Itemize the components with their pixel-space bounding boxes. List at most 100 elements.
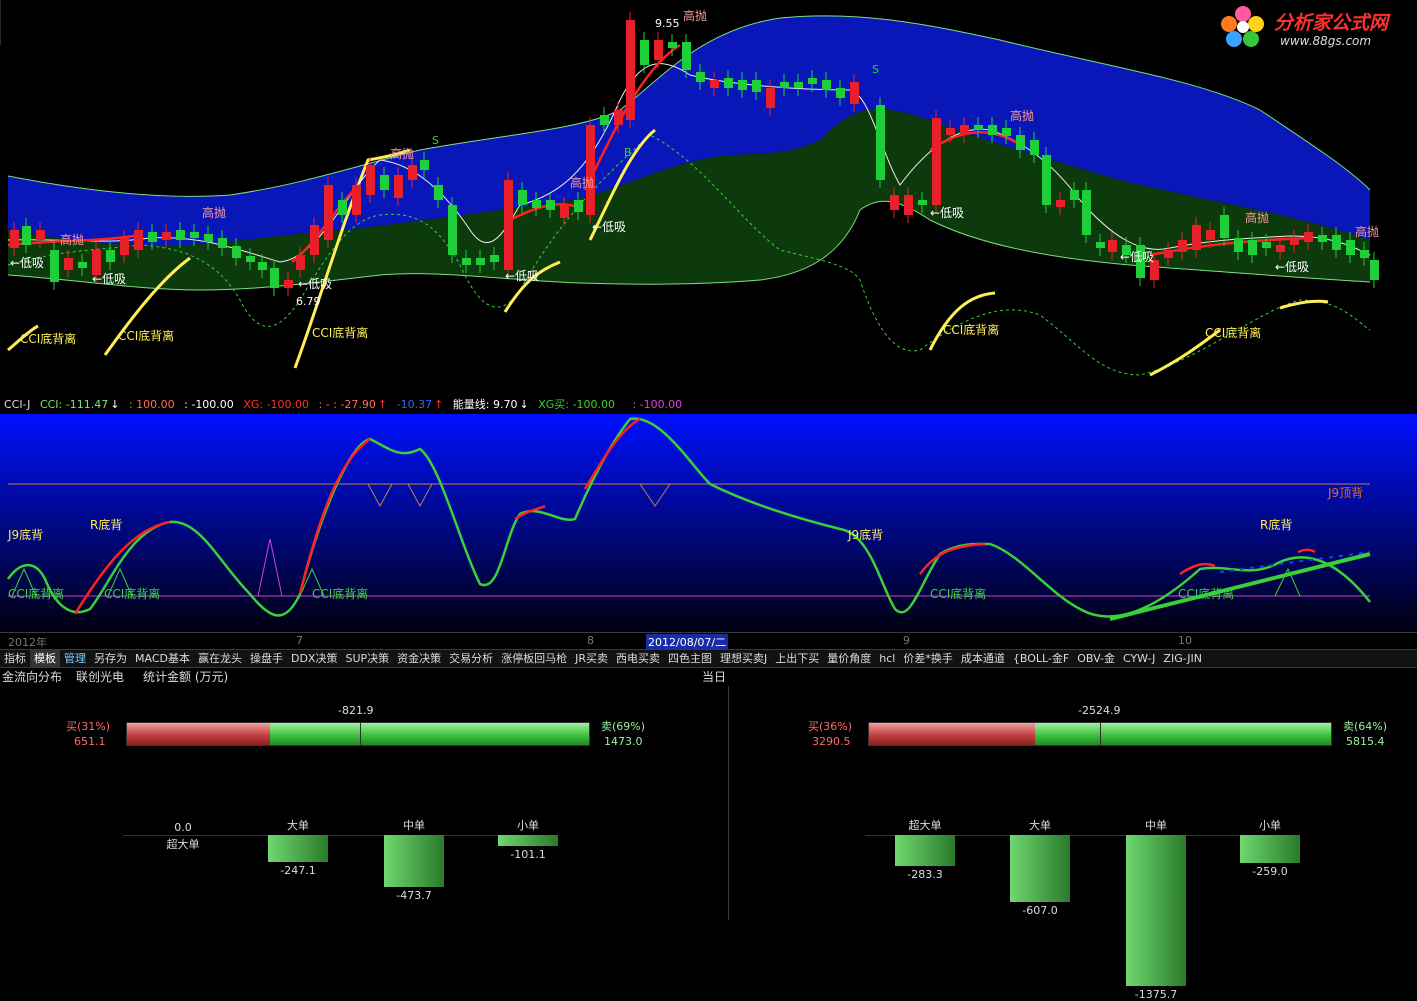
cursor-date: 2012/08/07/二 [646,634,729,650]
category-name: 中单 [403,819,425,832]
candle [420,160,429,170]
candle [106,250,115,262]
candle [1220,215,1229,238]
tab-8[interactable]: SUP决策 [341,650,393,667]
fund-flow-title: 金流向分布 [2,670,63,684]
candle [600,115,609,125]
candle [176,230,185,240]
candle [560,205,569,218]
svg-text:←低吸: ←低吸 [298,277,332,291]
category-name: 小单 [1259,819,1281,832]
candle [1346,240,1355,255]
tab-23[interactable]: CYW-J [1119,650,1159,667]
tab-20[interactable]: 成本通道 [957,650,1009,667]
candle [808,78,817,84]
price-high-label: 9.55 [655,17,680,30]
cci-indicator-chart[interactable]: J9底背 J9底背 R底背 R底背 CCI底背离 CCI底背离 CCI底背离 C… [0,414,1417,632]
label-low-buy: ←低吸 [10,256,44,270]
tab-12[interactable]: JR买卖 [571,650,612,667]
candle [518,190,527,205]
category-name: 大单 [1029,819,1051,832]
candle [490,255,499,262]
candle [1332,235,1341,250]
category-value: -607.0 [1022,903,1058,917]
svg-text:R底背: R底背 [1260,517,1292,532]
buy-sell-bar [126,722,590,746]
tab-18[interactable]: hcl [875,650,899,667]
category-name: 超大单 [908,819,942,832]
svg-text:高抛: 高抛 [1010,108,1034,123]
candle [64,258,73,270]
flower-icon [1221,6,1264,47]
tab-11[interactable]: 涨停板回马枪 [497,650,571,667]
candle [1248,240,1257,255]
candle [988,125,997,135]
candle [724,78,733,88]
category-name: 中单 [1145,819,1167,832]
candle [1192,225,1201,250]
candle [476,258,485,265]
tab-7[interactable]: DDX决策 [287,650,341,667]
candle [890,195,899,210]
period-label[interactable]: 当日 [702,668,726,686]
main-price-chart[interactable]: 高抛 高抛 高抛 高抛 高抛 高抛 高抛 高抛 ←低吸 ←低吸 ←低吸 ←低吸 … [0,0,1417,395]
sell-label: 卖(64%) [1343,720,1388,733]
candle [1056,200,1065,207]
candle [394,175,403,198]
tab-0[interactable]: 指标 [0,650,30,667]
category-bar [384,835,444,888]
candle [668,42,677,48]
signal-s: S [432,134,439,147]
tab-2[interactable]: 管理 [60,650,90,667]
tab-13[interactable]: 西电买卖 [612,650,664,667]
candle [614,110,623,125]
category-value: -259.0 [1252,865,1288,879]
tab-22[interactable]: OBV-金 [1073,650,1119,667]
svg-text:高抛: 高抛 [60,232,84,247]
svg-text:高抛: 高抛 [570,175,594,190]
tab-15[interactable]: 理想买卖J [716,650,771,667]
category-bar [498,835,558,847]
sell-value: 5815.4 [1346,735,1385,748]
candle [1290,238,1299,245]
tab-16[interactable]: 上出下买 [771,650,823,667]
signal-b: B [624,146,632,159]
label-cci-bottom: CCI底背离 [20,331,76,346]
candle [1164,250,1173,258]
svg-text:CCI底背离: CCI底背离 [312,325,368,340]
svg-text:←低吸: ←低吸 [1275,260,1309,274]
tab-5[interactable]: 赢在龙头 [194,650,246,667]
candle [626,20,635,120]
candle [1070,190,1079,200]
tab-9[interactable]: 资金决策 [393,650,445,667]
candle [766,88,775,108]
candle [462,258,471,265]
tab-3[interactable]: 另存为 [90,650,131,667]
fund-flow-header: 金流向分布 联创光电 统计金额 (万元) 当日 [0,668,728,686]
tab-6[interactable]: 操盘手 [246,650,287,667]
category-name: 超大单 [166,838,200,851]
candle [218,238,227,248]
category-bar [268,835,328,863]
candle [434,185,443,200]
svg-text:高抛: 高抛 [390,146,414,161]
tab-24[interactable]: ZIG-JIN [1159,650,1206,667]
svg-text:S: S [872,63,879,76]
candle [296,255,305,270]
candle [36,230,45,240]
candle [654,40,663,60]
candle [324,185,333,240]
tab-21[interactable]: {BOLL-金F [1009,650,1073,667]
buy-value: 651.1 [74,735,106,748]
candle [546,200,555,210]
tab-10[interactable]: 交易分析 [445,650,497,667]
tab-19[interactable]: 价差*换手 [899,650,957,667]
tab-4[interactable]: MACD基本 [131,650,194,667]
candle [284,280,293,288]
candle [946,128,955,135]
candle [148,232,157,242]
candle [1234,238,1243,252]
tab-1[interactable]: 模板 [30,650,60,667]
tab-14[interactable]: 四色主图 [664,650,716,667]
tab-17[interactable]: 量价角度 [823,650,875,667]
